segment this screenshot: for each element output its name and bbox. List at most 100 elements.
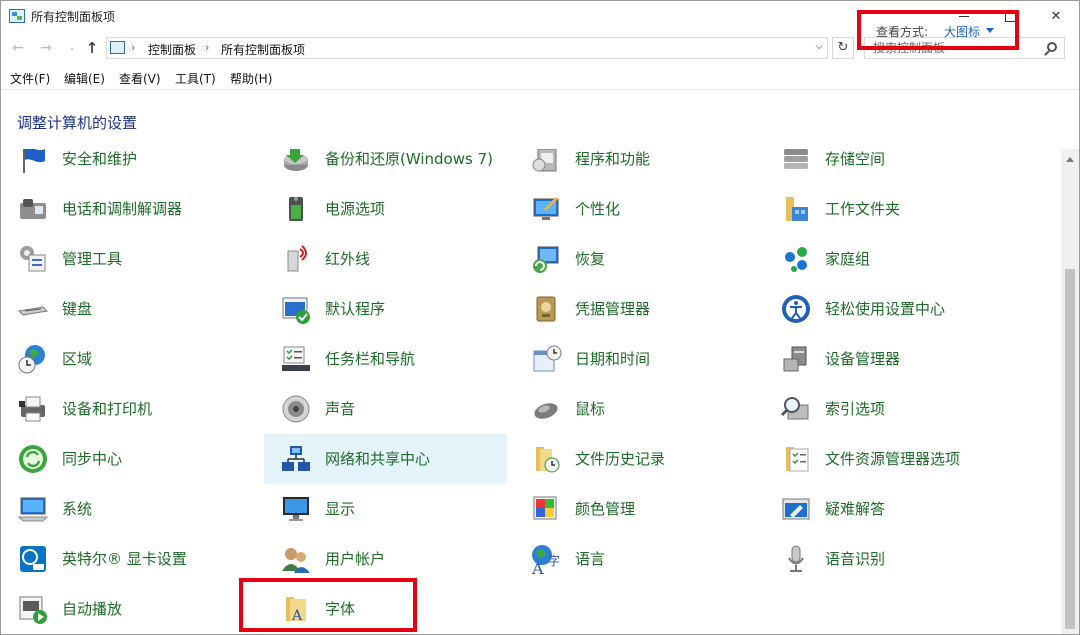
vertical-scrollbar[interactable]: [1061, 149, 1079, 634]
index-icon: [780, 393, 812, 425]
control-panel-item[interactable]: 红外线: [264, 234, 507, 284]
control-panel-item[interactable]: 凭据管理器: [514, 284, 757, 334]
menu-file[interactable]: 文件(F): [10, 70, 50, 87]
control-panel-item[interactable]: 文件历史记录: [514, 434, 757, 484]
scroll-up-arrow-icon[interactable]: [1066, 157, 1074, 162]
control-panel-item-label: 任务栏和导航: [325, 350, 416, 368]
infrared-icon: [280, 243, 312, 275]
svg-text:A: A: [531, 559, 544, 575]
speaker-icon: [280, 393, 312, 425]
control-panel-item[interactable]: 疑难解答: [764, 484, 1007, 534]
control-panel-item-label: 程序和功能: [575, 150, 651, 168]
dropdown-arrow-icon[interactable]: [986, 28, 994, 33]
display-icon: [280, 493, 312, 525]
control-panel-item[interactable]: 轻松使用设置中心: [764, 284, 1007, 334]
breadcrumb-control-panel[interactable]: 控制面板: [148, 41, 196, 58]
color-management-icon: [530, 493, 562, 525]
control-panel-item[interactable]: A 字语言: [514, 534, 757, 584]
control-panel-item[interactable]: 自动播放: [1, 584, 244, 634]
control-panel-item[interactable]: 默认程序: [264, 284, 507, 334]
view-by-dropdown[interactable]: 大图标: [944, 23, 980, 40]
calendar-icon: [530, 343, 562, 375]
control-panel-item[interactable]: 声音: [264, 384, 507, 434]
control-panel-item-label: 设备和打印机: [62, 400, 153, 418]
search-icon[interactable]: [1047, 42, 1057, 52]
up-arrow-icon[interactable]: ↑: [83, 39, 101, 57]
page-title: 调整计算机的设置: [17, 114, 138, 132]
forward-arrow-icon[interactable]: →: [37, 39, 55, 57]
homegroup-icon: [780, 243, 812, 275]
device-manager-icon: [780, 343, 812, 375]
refresh-icon[interactable]: ↻: [832, 37, 854, 59]
control-panel-item[interactable]: 存储空间: [764, 149, 1007, 184]
view-by-label: 查看方式:: [876, 25, 929, 39]
control-panel-item-label: 电源选项: [325, 200, 386, 218]
control-panel-item-label: 区域: [62, 350, 93, 368]
address-bar[interactable]: › 控制面板 › 所有控制面板项 ⌵: [106, 37, 828, 59]
menu-tools[interactable]: 工具(T): [175, 70, 216, 87]
control-panel-item[interactable]: 设备和打印机: [1, 384, 244, 434]
control-panel-item-label: 用户帐户: [325, 550, 386, 568]
control-panel-item[interactable]: 用户帐户: [264, 534, 507, 584]
user-accounts-icon: [280, 543, 312, 575]
control-panel-item-label: 疑难解答: [825, 500, 886, 518]
control-panel-item-label: 工作文件夹: [825, 200, 901, 218]
control-panel-item[interactable]: 语音识别: [764, 534, 1007, 584]
control-panel-item[interactable]: 工作文件夹: [764, 184, 1007, 234]
control-panel-item[interactable]: 日期和时间: [514, 334, 757, 384]
control-panel-item[interactable]: 安全和维护: [1, 149, 244, 184]
control-panel-item[interactable]: 网络和共享中心: [264, 434, 507, 484]
control-panel-item[interactable]: 设备管理器: [764, 334, 1007, 384]
menu-bar: 文件(F) 编辑(E) 查看(V) 工具(T) 帮助(H): [1, 67, 1079, 89]
control-panel-item[interactable]: 恢复: [514, 234, 757, 284]
control-panel-item-label: 轻松使用设置中心: [825, 300, 946, 318]
control-panel-item-label: 安全和维护: [62, 150, 138, 168]
programs-icon: [530, 149, 562, 175]
control-panel-item[interactable]: 文件资源管理器选项: [764, 434, 1007, 484]
control-panel-item-label: 凭据管理器: [575, 300, 651, 318]
control-panel-item-label: 家庭组: [825, 250, 871, 268]
recent-locations-chevron-icon[interactable]: ⌄: [63, 39, 81, 57]
control-panel-item[interactable]: 电话和调制解调器: [1, 184, 244, 234]
control-panel-item[interactable]: 备份和还原(Windows 7): [264, 149, 507, 184]
breadcrumb-separator-icon[interactable]: ›: [131, 41, 135, 54]
window-title: 所有控制面板项: [31, 10, 116, 24]
control-panel-item[interactable]: 颜色管理: [514, 484, 757, 534]
control-panel-item[interactable]: 任务栏和导航: [264, 334, 507, 384]
control-panel-item-label: 索引选项: [825, 400, 886, 418]
control-panel-item-label: 键盘: [62, 300, 93, 318]
flag-icon: [17, 149, 49, 175]
control-panel-item[interactable]: 区域: [1, 334, 244, 384]
close-button[interactable]: [1033, 1, 1079, 32]
control-panel-item[interactable]: 鼠标: [514, 384, 757, 434]
control-panel-item[interactable]: 同步中心: [1, 434, 244, 484]
admin-tools-icon: [17, 243, 49, 275]
breadcrumb-separator-icon[interactable]: ›: [205, 41, 209, 54]
control-panel-item-label: 电话和调制解调器: [62, 200, 183, 218]
control-panel-item[interactable]: 索引选项: [764, 384, 1007, 434]
sync-icon: [17, 443, 49, 475]
printer-icon: [17, 393, 49, 425]
storage-icon: [780, 149, 812, 175]
breadcrumb-all-items[interactable]: 所有控制面板项: [221, 41, 305, 58]
control-panel-item[interactable]: 个性化: [514, 184, 757, 234]
scrollbar-thumb[interactable]: [1065, 269, 1075, 629]
control-panel-item[interactable]: 管理工具: [1, 234, 244, 284]
control-panel-item[interactable]: 电源选项: [264, 184, 507, 234]
control-panel-item[interactable]: 家庭组: [764, 234, 1007, 284]
svg-text:字: 字: [548, 553, 560, 568]
control-panel-item[interactable]: 显示: [264, 484, 507, 534]
recovery-icon: [530, 243, 562, 275]
menu-help[interactable]: 帮助(H): [230, 70, 272, 87]
taskbar-icon: [280, 343, 312, 375]
control-panel-item[interactable]: 系统: [1, 484, 244, 534]
back-arrow-icon[interactable]: ←: [9, 39, 27, 57]
control-panel-item[interactable]: 键盘: [1, 284, 244, 334]
menu-edit[interactable]: 编辑(E): [64, 70, 105, 87]
address-dropdown-icon[interactable]: ⌵: [815, 41, 823, 52]
menu-view[interactable]: 查看(V): [119, 70, 161, 87]
file-history-icon: [530, 443, 562, 475]
control-panel-item[interactable]: 英特尔® 显卡设置: [1, 534, 244, 584]
control-panel-item-label: 个性化: [575, 200, 621, 218]
control-panel-item[interactable]: 程序和功能: [514, 149, 757, 184]
